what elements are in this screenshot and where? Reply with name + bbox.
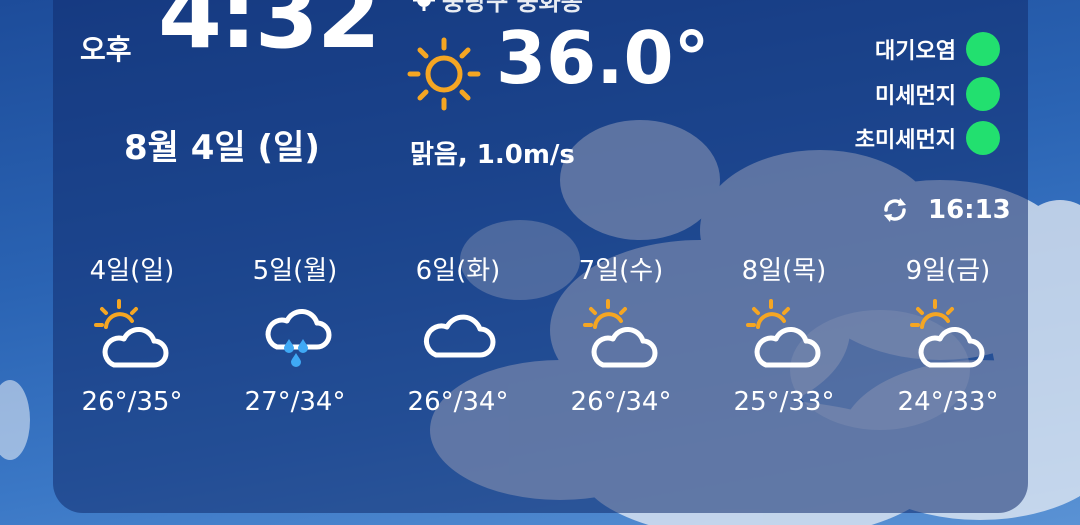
partly-cloudy-icon (94, 299, 169, 368)
air-quality-label: 대기오염 (875, 39, 956, 64)
forecast-day[interactable]: 8일(목) 25°/33° (714, 250, 854, 417)
status-dot-icon (966, 32, 1000, 66)
forecast-day[interactable]: 4일(일) 26°/35° (62, 250, 202, 417)
forecast-temps: 24°/33° (897, 387, 999, 417)
sun-icon (407, 37, 481, 111)
clock-time[interactable]: 4:32 (158, 0, 381, 62)
air-quality-item[interactable]: 대기오염 (875, 32, 1000, 66)
status-dot-icon (966, 77, 1000, 111)
location-gear-icon (413, 0, 435, 11)
air-quality-label: 미세먼지 (875, 84, 956, 109)
rain-cloud-icon (265, 309, 332, 367)
forecast-day-label: 6일(화) (415, 256, 501, 286)
forecast-temps: 27°/34° (244, 387, 346, 417)
forecast-day[interactable]: 6일(화) 26°/34° (388, 250, 528, 417)
updated-time: 16:13 (928, 195, 1011, 225)
forecast-day-label: 7일(수) (578, 256, 664, 286)
forecast-day-label: 4일(일) (89, 256, 175, 286)
ampm-label: 오후 (80, 33, 132, 66)
partly-cloudy-icon (583, 299, 658, 368)
air-quality-item[interactable]: 미세먼지 (875, 77, 1000, 111)
current-temperature: 36.0° (496, 16, 710, 100)
air-quality-label: 초미세먼지 (854, 128, 956, 153)
forecast-day-label: 8일(목) (741, 256, 827, 286)
forecast-day[interactable]: 5일(월) 27°/34° (225, 250, 365, 417)
forecast-day-label: 9일(금) (905, 256, 991, 286)
refresh-icon[interactable] (880, 195, 910, 225)
forecast-day[interactable]: 7일(수) 26°/34° (551, 250, 691, 417)
forecast-temps: 26°/35° (81, 387, 183, 417)
location-label[interactable]: 중랑구 중화동 (442, 0, 583, 17)
air-quality-item[interactable]: 초미세먼지 (855, 121, 1000, 155)
partly-cloudy-icon (910, 299, 985, 368)
forecast-temps: 26°/34° (407, 387, 509, 417)
current-condition: 맑음, 1.0m/s (410, 140, 575, 170)
forecast-day-label: 5일(월) (252, 256, 338, 286)
forecast-day[interactable]: 9일(금) 24°/33° (878, 250, 1018, 417)
forecast-temps: 25°/33° (733, 387, 835, 417)
partly-cloudy-icon (746, 299, 821, 368)
forecast-temps: 26°/34° (570, 387, 672, 417)
date-label: 8월 4일 (일) (124, 128, 320, 168)
cloud-icon (423, 314, 496, 358)
status-dot-icon (966, 121, 1000, 155)
